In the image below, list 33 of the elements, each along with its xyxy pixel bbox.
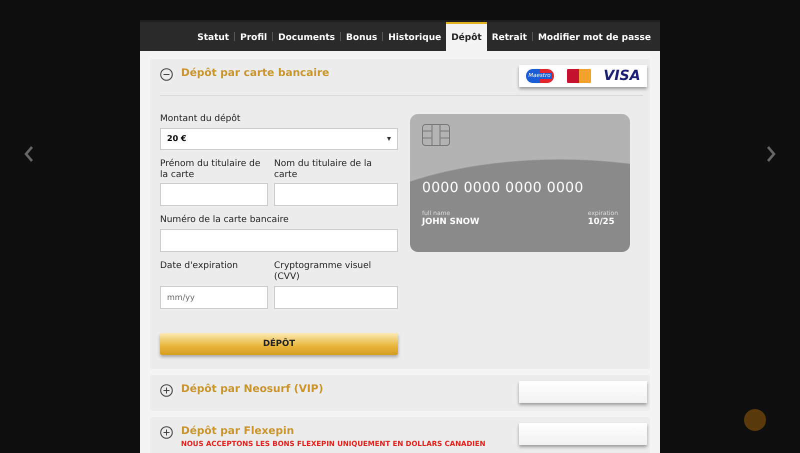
field-label: Numéro de la carte bancaire [160,215,290,226]
tab[interactable]: Statut [192,22,234,51]
caret-icon [387,136,391,141]
chip-icon [422,124,450,146]
tab[interactable]: Retrait [486,22,532,51]
visa-logo: VISA [604,68,640,84]
tab[interactable]: Modifier mot de passe [532,22,656,51]
plus-circle-icon[interactable] [160,426,173,439]
card-number: 0000 0000 0000 0000 [422,180,585,196]
field-label: Montant du dépôt [160,114,242,125]
mastercard-logo-icon [566,69,590,83]
plus-circle-icon[interactable] [160,384,173,397]
chevron-right-icon[interactable] [766,146,776,162]
input-field[interactable]: mm/yy [160,286,268,309]
input-field[interactable] [274,183,398,206]
tab[interactable]: Documents [273,22,340,51]
cardholder-name: JOHN SNOW [422,217,480,227]
card-expiry: 10/25 [588,217,615,227]
field-label: Date d'expiration [160,261,239,272]
tab[interactable]: Historique [383,22,446,51]
minus-circle-icon[interactable] [160,68,173,81]
input-field[interactable] [160,183,268,206]
input-field[interactable] [160,229,398,252]
field-label: Nom du titulaire de la carte [274,158,373,180]
field-label: Cryptogramme visuel (CVV) [274,261,372,283]
amount-dropdown[interactable]: 20 € [160,128,398,150]
deposit-button[interactable]: DÉPÔT [160,332,398,355]
tab[interactable]: Bonus [341,22,382,51]
input-field[interactable] [274,286,398,309]
tab[interactable]: Profil [235,22,272,51]
tab[interactable]: Dépôt [446,22,487,51]
field-label: Prénom du titulaire de la carte [160,158,262,180]
chevron-left-icon[interactable] [24,146,34,162]
